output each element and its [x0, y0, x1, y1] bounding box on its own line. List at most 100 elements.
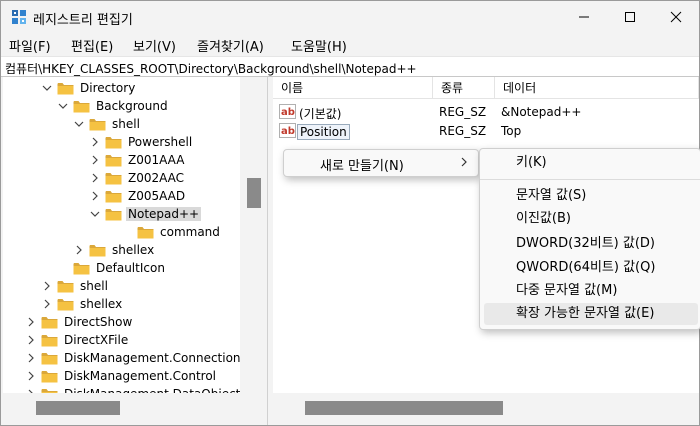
menu-edit[interactable]: 편집(E): [71, 36, 113, 55]
address-path[interactable]: 컴퓨터\HKEY_CLASSES_ROOT\Directory\Backgrou…: [5, 60, 417, 77]
tree-item[interactable]: shell: [41, 277, 110, 295]
svg-text:ab: ab: [281, 107, 295, 118]
column-header-type[interactable]: 종류: [433, 77, 495, 99]
string-value-icon: ab: [279, 104, 296, 119]
folder-icon: [57, 298, 74, 311]
title-bar: 레지스트리 편집기: [1, 1, 699, 33]
value-data: Top: [501, 124, 522, 138]
context-menu-new[interactable]: 새로 만들기(N): [320, 155, 404, 174]
maximize-icon: [625, 12, 635, 22]
tree-item[interactable]: shellex: [41, 295, 124, 313]
string-value-icon: ab: [279, 123, 296, 138]
chevron-right-icon[interactable]: [89, 172, 101, 184]
value-name: Position: [297, 124, 350, 140]
tree-item-label: Powershell: [128, 135, 193, 149]
folder-icon: [105, 190, 122, 203]
folder-icon: [41, 370, 58, 383]
tree-item-label: DiskManagement.Connection: [64, 351, 241, 365]
scroll-corner: [240, 393, 267, 425]
tree-vertical-scroll-thumb[interactable]: [247, 178, 261, 208]
tree-item-label: shellex: [112, 243, 155, 257]
minimize-button[interactable]: [561, 1, 607, 33]
tree-item[interactable]: shellex: [73, 241, 156, 259]
folder-icon: [41, 352, 58, 365]
chevron-down-icon[interactable]: [57, 100, 69, 112]
tree-item-label: Notepad++: [126, 207, 202, 221]
chevron-right-icon[interactable]: [25, 334, 37, 346]
folder-icon: [105, 136, 122, 149]
tree-item[interactable]: Directory: [41, 79, 137, 97]
tree-item[interactable]: DiskManagement.Control: [25, 367, 218, 385]
tree-item-label: Z001AAA: [128, 153, 185, 167]
chevron-right-icon[interactable]: [41, 280, 53, 292]
close-button[interactable]: [653, 1, 699, 33]
tree-pane[interactable]: DiskManagement.DataObjectDiskManagement.…: [3, 77, 268, 425]
tree-item[interactable]: Powershell: [89, 133, 194, 151]
window-title: 레지스트리 편집기: [33, 13, 133, 28]
submenu-arrow-icon: [460, 156, 468, 171]
submenu-item-dword[interactable]: DWORD(32비트) 값(D): [484, 233, 698, 255]
submenu-item-multi-string[interactable]: 다중 문자열 값(M): [484, 280, 698, 302]
folder-icon: [57, 82, 74, 95]
tree-item[interactable]: DirectShow: [25, 313, 134, 331]
registry-editor-window: 레지스트리 편집기 파일(F) 편집(E) 보기(V) 즐겨찾기(A) 도움말(…: [0, 0, 700, 426]
chevron-right-icon[interactable]: [89, 154, 101, 166]
tree-item[interactable]: DirectXFile: [25, 331, 130, 349]
tree-item-label: DirectXFile: [64, 333, 129, 347]
chevron-right-icon[interactable]: [41, 298, 53, 310]
column-header-data[interactable]: 데이터: [495, 77, 699, 99]
chevron-down-icon[interactable]: [73, 118, 85, 130]
column-header-name[interactable]: 이름: [273, 77, 433, 99]
menu-file[interactable]: 파일(F): [9, 36, 51, 55]
tree-item-label: DirectShow: [64, 315, 133, 329]
maximize-button[interactable]: [607, 1, 653, 33]
tree-item[interactable]: Z005AAD: [89, 187, 187, 205]
context-menu: 새로 만들기(N): [283, 149, 479, 177]
tree-item-label: shell: [80, 279, 108, 293]
chevron-down-icon[interactable]: [41, 82, 53, 94]
menu-favorites[interactable]: 즐겨찾기(A): [197, 36, 264, 55]
chevron-right-icon[interactable]: [73, 244, 85, 256]
submenu-item-expandable-string[interactable]: 확장 가능한 문자열 값(E): [484, 303, 698, 325]
values-horizontal-scroll-thumb[interactable]: [305, 401, 503, 415]
chevron-down-icon[interactable]: [89, 208, 101, 220]
tree-item[interactable]: Z001AAA: [89, 151, 186, 169]
value-name: (기본값): [299, 107, 342, 121]
folder-icon: [41, 334, 58, 347]
tree-item[interactable]: DiskManagement.Connection: [25, 349, 243, 367]
value-row[interactable]: ab Position REG_SZ Top: [273, 122, 699, 140]
folder-icon: [57, 280, 74, 293]
value-type: REG_SZ: [439, 124, 487, 138]
tree-item[interactable]: Notepad++: [89, 205, 202, 223]
chevron-right-icon[interactable]: [25, 352, 37, 364]
tree-item[interactable]: Z002AAC: [89, 169, 186, 187]
chevron-right-icon[interactable]: [89, 190, 101, 202]
folder-icon: [73, 100, 90, 113]
address-bar[interactable]: 컴퓨터\HKEY_CLASSES_ROOT\Directory\Backgrou…: [1, 56, 699, 77]
tree-item[interactable]: Background: [57, 97, 170, 115]
chevron-right-icon[interactable]: [89, 136, 101, 148]
svg-text:ab: ab: [281, 126, 295, 137]
tree-vertical-scrollbar[interactable]: [240, 77, 267, 425]
folder-icon: [137, 226, 154, 239]
value-row[interactable]: ab (기본값) REG_SZ &Notepad++: [273, 103, 699, 121]
submenu-item-key[interactable]: 키(K): [484, 152, 698, 174]
new-submenu: 키(K) 문자열 값(S) 이진값(B) DWORD(32비트) 값(D) QW…: [479, 148, 700, 330]
menu-help[interactable]: 도움말(H): [291, 36, 347, 55]
minimize-icon: [579, 16, 589, 18]
tree-horizontal-scroll-thumb[interactable]: [36, 401, 120, 415]
tree-item[interactable]: command: [121, 223, 222, 241]
chevron-right-icon[interactable]: [25, 370, 37, 382]
tree-item[interactable]: DefaultIcon: [57, 259, 167, 277]
tree-item-label: DiskManagement.Control: [64, 369, 217, 383]
submenu-item-string[interactable]: 문자열 값(S): [484, 185, 698, 207]
tree-item[interactable]: shell: [73, 115, 142, 133]
submenu-item-qword[interactable]: QWORD(64비트) 값(Q): [484, 257, 698, 279]
chevron-right-icon[interactable]: [25, 316, 37, 328]
folder-icon: [105, 154, 122, 167]
folder-icon: [89, 118, 106, 131]
tree-item-label: command: [160, 225, 220, 239]
submenu-item-binary[interactable]: 이진값(B): [484, 208, 698, 230]
menu-view[interactable]: 보기(V): [133, 36, 176, 55]
